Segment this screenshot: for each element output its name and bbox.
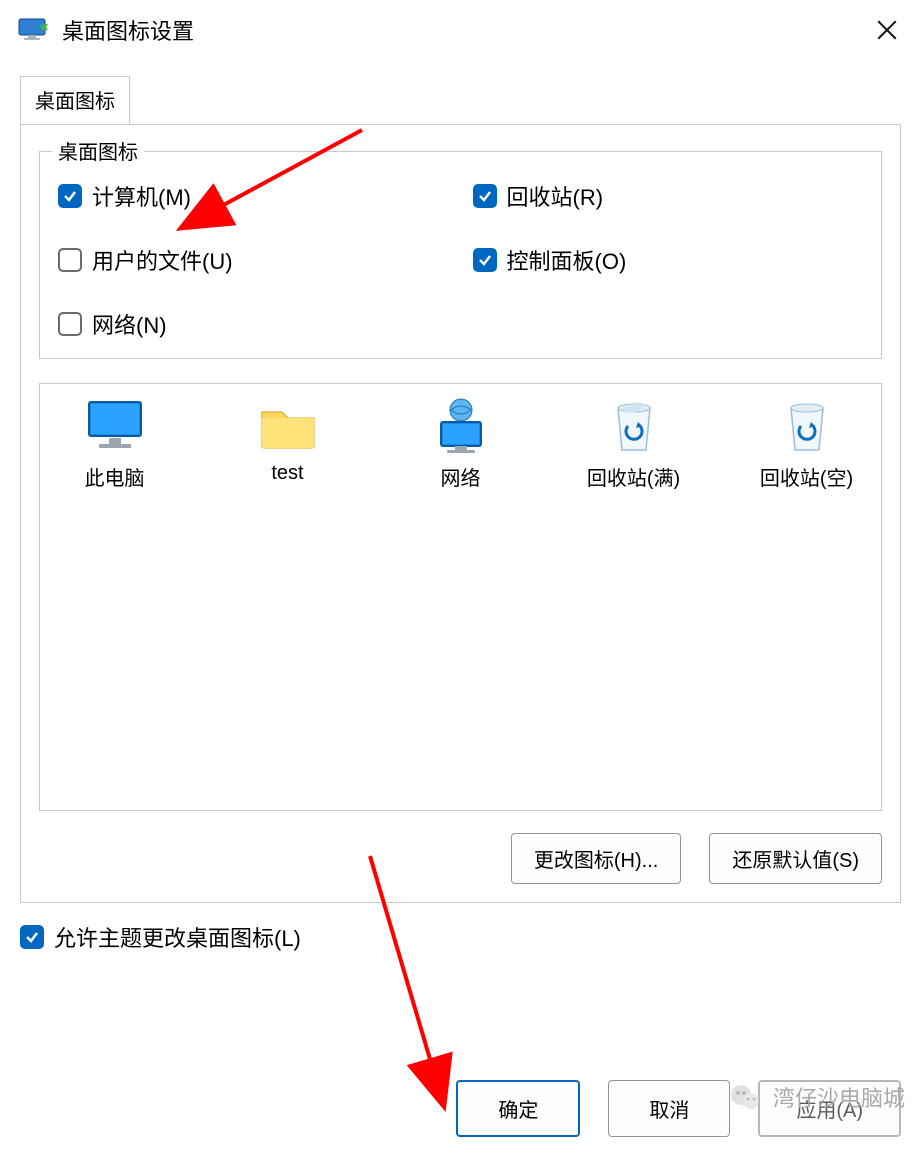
- display-settings-icon: [18, 18, 50, 42]
- checkbox-recycle-bin[interactable]: 回收站(R): [473, 180, 864, 212]
- check-icon: [58, 312, 82, 336]
- checkbox-label: 网络(N): [92, 308, 167, 340]
- check-icon: [20, 925, 44, 949]
- check-icon: [473, 184, 497, 208]
- tab-desktop-icons[interactable]: 桌面图标: [20, 76, 130, 124]
- watermark: 湾仔沙电脑城: [727, 1079, 905, 1115]
- desktop-icons-group: 桌面图标 计算机(M) 回收站(R) 用户的文件(U): [39, 151, 882, 359]
- checkbox-label: 用户的文件(U): [92, 244, 233, 276]
- cancel-button[interactable]: 取消: [608, 1080, 730, 1137]
- checkbox-control-panel[interactable]: 控制面板(O): [473, 244, 864, 276]
- checkbox-label: 允许主题更改桌面图标(L): [54, 921, 301, 953]
- preview-label: test: [271, 462, 303, 485]
- wechat-icon: [727, 1079, 763, 1115]
- icon-buttons-row: 更改图标(H)... 还原默认值(S): [39, 833, 882, 884]
- checkbox-label: 控制面板(O): [507, 244, 627, 276]
- preview-this-pc[interactable]: 此电脑: [56, 398, 173, 491]
- preview-label: 网络: [441, 462, 481, 491]
- tab-panel: 桌面图标 计算机(M) 回收站(R) 用户的文件(U): [20, 124, 901, 903]
- preview-network[interactable]: 网络: [402, 398, 519, 491]
- restore-defaults-button[interactable]: 还原默认值(S): [709, 833, 882, 884]
- recycle-bin-empty-icon: [775, 398, 839, 454]
- close-button[interactable]: [865, 10, 909, 50]
- preview-label: 回收站(满): [587, 462, 680, 491]
- ok-button[interactable]: 确定: [456, 1080, 580, 1137]
- check-icon: [473, 248, 497, 272]
- check-icon: [58, 184, 82, 208]
- check-icon: [58, 248, 82, 272]
- network-icon: [429, 398, 493, 454]
- watermark-text: 湾仔沙电脑城: [773, 1081, 905, 1113]
- checkbox-network[interactable]: 网络(N): [58, 308, 449, 340]
- preview-label: 此电脑: [85, 462, 145, 491]
- tabs: 桌面图标: [20, 76, 921, 124]
- window-title: 桌面图标设置: [62, 14, 194, 46]
- preview-folder-test[interactable]: test: [229, 398, 346, 491]
- change-icon-button[interactable]: 更改图标(H)...: [511, 833, 681, 884]
- checkbox-label: 计算机(M): [92, 180, 191, 212]
- checkbox-label: 回收站(R): [507, 180, 604, 212]
- folder-icon: [256, 398, 320, 454]
- preview-recyclebin-empty[interactable]: 回收站(空): [748, 398, 865, 491]
- checkbox-user-files[interactable]: 用户的文件(U): [58, 244, 449, 276]
- titlebar: 桌面图标设置: [0, 0, 921, 58]
- icon-preview-list: 此电脑 test: [39, 383, 882, 811]
- checkbox-allow-theme-change[interactable]: 允许主题更改桌面图标(L): [20, 921, 901, 953]
- pc-icon: [83, 398, 147, 454]
- preview-label: 回收站(空): [760, 462, 853, 491]
- preview-recyclebin-full[interactable]: 回收站(满): [575, 398, 692, 491]
- checkbox-computer[interactable]: 计算机(M): [58, 180, 449, 212]
- group-legend: 桌面图标: [52, 136, 144, 165]
- recycle-bin-full-icon: [602, 398, 666, 454]
